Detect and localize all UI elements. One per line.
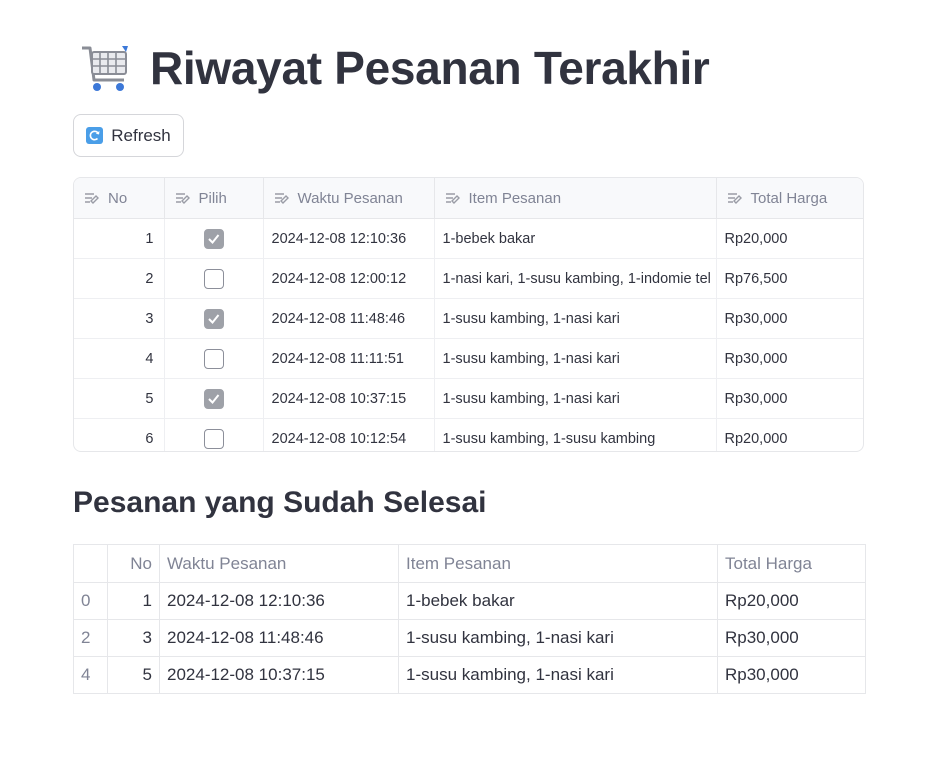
row-total[interactable]: Rp76,500: [716, 258, 863, 299]
row-waktu: 2024-12-08 12:10:36: [159, 582, 399, 620]
row-total[interactable]: Rp20,000: [716, 419, 863, 452]
row-item[interactable]: 1-susu kambing, 1-nasi kari: [434, 338, 717, 379]
row-total[interactable]: Rp30,000: [716, 378, 863, 419]
table-row: 6 2024-12-08 10:12:54 1-susu kambing, 1-su…: [74, 418, 863, 452]
row-index: 4: [73, 656, 108, 694]
row-select-cell[interactable]: [164, 338, 264, 379]
edit-column-icon: [274, 192, 289, 204]
refresh-button[interactable]: Refresh: [73, 114, 184, 157]
column-header-pilih[interactable]: Pilih: [164, 178, 264, 219]
row-waktu[interactable]: 2024-12-08 10:37:15: [263, 378, 435, 419]
refresh-label: Refresh: [111, 125, 171, 145]
row-no[interactable]: 3: [74, 298, 165, 339]
edit-column-icon: [175, 192, 190, 204]
column-header-no[interactable]: No: [74, 178, 165, 219]
shopping-cart-icon: [82, 46, 128, 91]
row-select-checkbox[interactable]: [203, 308, 224, 329]
column-header-item: Item Pesanan: [398, 544, 718, 583]
row-total: Rp30,000: [717, 619, 866, 657]
table-row: 3 2024-12-08 11:48:46 1-susu kambing, 1-na…: [74, 298, 863, 339]
row-item[interactable]: 1-nasi kari, 1-susu kambing, 1-indomie t…: [434, 258, 717, 299]
edit-column-icon: [727, 192, 742, 204]
editor-header-row: No Pilih Waktu Pesanan Item Pesanan Tota…: [74, 178, 863, 219]
column-header-total: Total Harga: [717, 544, 866, 583]
row-total: Rp30,000: [717, 656, 866, 694]
row-select-cell[interactable]: [164, 378, 264, 419]
order-history-editor[interactable]: No Pilih Waktu Pesanan Item Pesanan Tota…: [73, 177, 864, 452]
row-item[interactable]: 1-susu kambing, 1-susu kambing: [434, 418, 717, 451]
table-row: 2 3 2024-12-08 11:48:46 1-susu kambing, 1-n…: [73, 619, 866, 657]
row-item: 1-susu kambing, 1-nasi kari: [398, 619, 718, 657]
column-header-waktu: Waktu Pesanan: [159, 544, 399, 583]
column-header-index: [73, 544, 108, 583]
row-waktu[interactable]: 2024-12-08 11:48:46: [263, 298, 435, 339]
column-header-waktu[interactable]: Waktu Pesanan: [263, 178, 435, 219]
completed-header-row: No Waktu Pesanan Item Pesanan Total Harg…: [73, 544, 866, 583]
row-total[interactable]: Rp20,000: [716, 218, 863, 259]
row-waktu[interactable]: 2024-12-08 12:00:12: [263, 258, 435, 299]
row-select-checkbox[interactable]: [203, 268, 224, 289]
row-waktu: 2024-12-08 11:48:46: [159, 619, 399, 657]
row-no[interactable]: 4: [74, 338, 165, 379]
row-select-cell[interactable]: [164, 258, 264, 299]
refresh-icon: [86, 127, 104, 144]
completed-orders-title: Pesanan yang Sudah Selesai: [73, 486, 487, 519]
table-row: 4 5 2024-12-08 10:37:15 1-susu kambing, 1-n…: [73, 656, 866, 694]
row-waktu: 2024-12-08 10:37:15: [159, 656, 399, 694]
page-title: Riwayat Pesanan Terakhir: [150, 42, 710, 94]
row-no: 5: [107, 656, 160, 694]
row-waktu[interactable]: 2024-12-08 12:10:36: [263, 218, 435, 259]
row-select-checkbox[interactable]: [203, 428, 224, 449]
table-row: 2 2024-12-08 12:00:12 1-nasi kari, 1-susu …: [74, 258, 863, 299]
row-select-cell[interactable]: [164, 218, 264, 259]
row-no[interactable]: 1: [74, 218, 165, 259]
completed-orders-table: No Waktu Pesanan Item Pesanan Total Harg…: [73, 544, 866, 694]
row-index: 0: [73, 582, 108, 620]
page-header: Riwayat Pesanan Terakhir: [78, 40, 710, 96]
row-item: 1-susu kambing, 1-nasi kari: [398, 656, 718, 694]
row-no: 1: [107, 582, 160, 620]
column-header-no: No: [107, 544, 160, 583]
row-item: 1-bebek bakar: [398, 582, 718, 620]
column-header-total[interactable]: Total Harga: [716, 178, 863, 219]
table-row: 0 1 2024-12-08 12:10:36 1-bebek bakar Rp20,0…: [73, 582, 866, 620]
row-select-checkbox[interactable]: [203, 348, 224, 369]
row-total[interactable]: Rp30,000: [716, 338, 863, 379]
table-row: 1 2024-12-08 12:10:36 1-bebek bakar Rp20,00…: [74, 218, 863, 259]
row-total[interactable]: Rp30,000: [716, 298, 863, 339]
table-row: 5 2024-12-08 10:37:15 1-susu kambing, 1-na…: [74, 378, 863, 419]
row-select-checkbox[interactable]: [203, 228, 224, 249]
row-no[interactable]: 6: [74, 418, 165, 451]
row-waktu[interactable]: 2024-12-08 11:11:51: [263, 338, 435, 379]
row-select-checkbox[interactable]: [203, 388, 224, 409]
row-select-cell[interactable]: [164, 418, 264, 451]
row-no: 3: [107, 619, 160, 657]
edit-column-icon: [85, 192, 99, 204]
row-waktu[interactable]: 2024-12-08 10:12:54: [263, 418, 435, 451]
row-total: Rp20,000: [717, 582, 866, 620]
row-no[interactable]: 5: [74, 378, 165, 419]
edit-column-icon: [445, 192, 460, 204]
row-item[interactable]: 1-bebek bakar: [434, 218, 717, 259]
row-item[interactable]: 1-susu kambing, 1-nasi kari: [434, 378, 717, 419]
row-item[interactable]: 1-susu kambing, 1-nasi kari: [434, 298, 717, 339]
table-row: 4 2024-12-08 11:11:51 1-susu kambing, 1-na…: [74, 338, 863, 379]
row-index: 2: [73, 619, 108, 657]
row-no[interactable]: 2: [74, 258, 165, 299]
row-select-cell[interactable]: [164, 298, 264, 339]
column-header-item[interactable]: Item Pesanan: [434, 178, 717, 219]
